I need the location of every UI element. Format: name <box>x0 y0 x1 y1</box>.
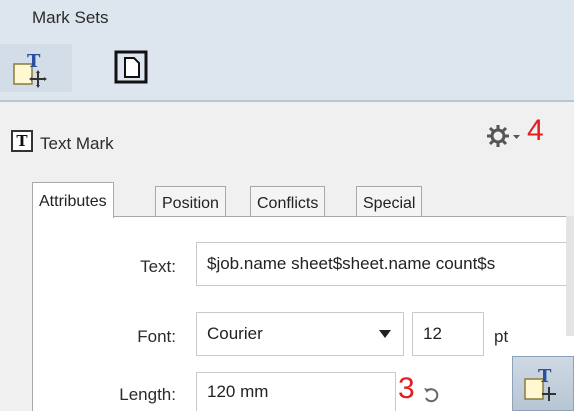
annotation-number: 3 <box>398 372 415 405</box>
font-size-value: 12 <box>423 324 442 343</box>
text-input-value: $job.name sheet$sheet.name count$s <box>207 254 496 273</box>
tab-position[interactable]: Position <box>155 186 226 216</box>
tab-conflicts[interactable]: Conflicts <box>250 186 326 216</box>
reset-icon[interactable] <box>422 386 440 404</box>
panel-scrollbar[interactable] <box>566 216 574 336</box>
svg-text:T: T <box>538 366 552 387</box>
font-select-value: Courier <box>207 324 263 343</box>
text-input[interactable]: $job.name sheet$sheet.name count$s <box>196 242 574 286</box>
length-value: 120 mm <box>207 382 269 401</box>
page-mark-tab[interactable] <box>100 46 172 90</box>
length-label: Length: <box>119 385 176 404</box>
tab-special[interactable]: Special <box>356 186 423 216</box>
font-label: Font: <box>137 327 176 346</box>
tab-strip-line <box>444 216 574 217</box>
dropdown-arrow-icon <box>379 330 391 338</box>
font-select[interactable]: Courier <box>196 312 404 356</box>
dragged-text-mark-tile[interactable]: T <box>512 356 574 411</box>
font-size-input[interactable]: 12 <box>412 312 484 356</box>
tab-attributes[interactable]: Attributes <box>32 182 114 218</box>
text-mark-tab[interactable]: T <box>0 44 72 92</box>
page-icon <box>114 50 148 84</box>
svg-text:T: T <box>27 51 41 72</box>
text-mark-add-icon: T <box>13 51 47 88</box>
mark-sets-title: Mark Sets <box>32 8 109 27</box>
gear-icon <box>487 125 509 147</box>
annotation-number: 4 <box>527 114 544 147</box>
panel-title: Text Mark <box>40 134 114 153</box>
gear-menu-button[interactable] <box>486 121 522 151</box>
text-mark-add-icon: T <box>524 366 556 401</box>
text-label: Text: <box>140 257 176 276</box>
font-size-unit: pt <box>494 327 509 346</box>
text-mark-icon: T <box>11 130 33 152</box>
chevron-down-icon <box>513 135 520 139</box>
length-input[interactable]: 120 mm <box>196 372 396 411</box>
